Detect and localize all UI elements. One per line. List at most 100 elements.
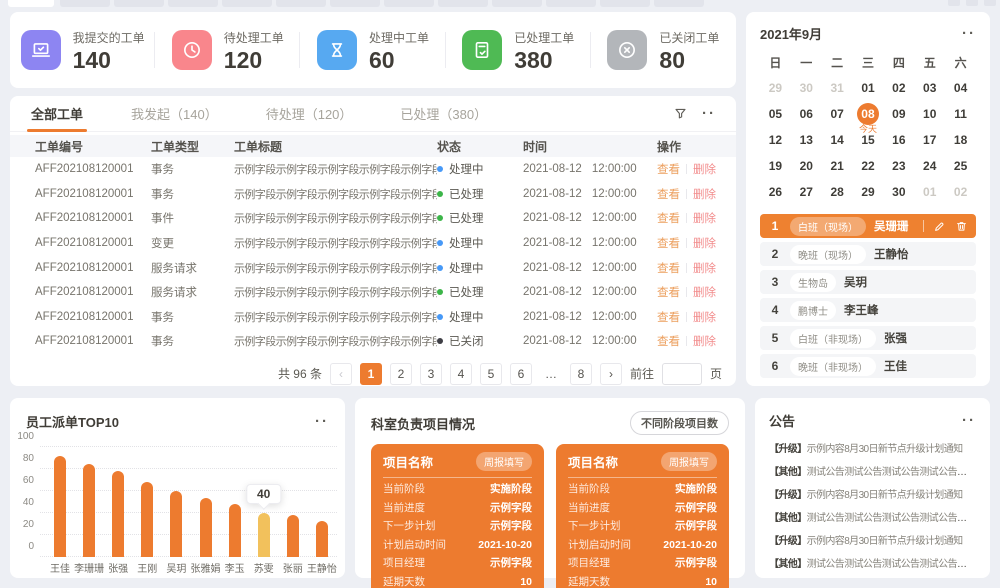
top-tab[interactable]	[114, 0, 164, 7]
pencil-icon[interactable]	[933, 220, 946, 233]
chart-bar[interactable]	[83, 464, 95, 558]
more-icon[interactable]: ··	[962, 26, 976, 41]
more-icon[interactable]: ··	[702, 106, 716, 121]
workorder-tab[interactable]: 我发起（140）	[131, 96, 218, 132]
roster-row[interactable]: 4鹏博士李王峰	[760, 298, 976, 322]
workorder-tab[interactable]: 全部工单	[31, 96, 83, 132]
workorder-tab[interactable]: 已处理（380）	[400, 96, 487, 132]
calendar-day[interactable]: 24	[914, 153, 945, 179]
chart-bar[interactable]	[258, 513, 270, 557]
delete-link[interactable]: 删除	[693, 260, 716, 276]
notice-item[interactable]: 【其他】测试公告测试公告测试公告测试公告测试公告	[769, 553, 976, 576]
top-tab[interactable]	[492, 0, 542, 7]
notice-item[interactable]: 【升级】示例内容8月30日新节点升级计划通知	[769, 484, 976, 507]
chart-bar[interactable]	[54, 456, 66, 557]
top-tab[interactable]	[330, 0, 380, 7]
calendar-day[interactable]: 10	[914, 101, 945, 127]
top-tab[interactable]	[60, 0, 110, 7]
calendar-day[interactable]: 07	[822, 101, 853, 127]
top-tab[interactable]	[546, 0, 596, 7]
page-button[interactable]: 8	[570, 363, 592, 385]
chart-bar[interactable]	[141, 482, 153, 557]
calendar-day[interactable]: 29	[853, 179, 884, 205]
view-link[interactable]: 查看	[657, 235, 680, 251]
calendar-day[interactable]: 22	[853, 153, 884, 179]
calendar-day[interactable]: 27	[791, 179, 822, 205]
calendar-day[interactable]: 26	[760, 179, 791, 205]
weekly-report-badge[interactable]: 周报填写	[476, 452, 532, 471]
calendar-day[interactable]: 04	[945, 75, 976, 101]
calendar-day[interactable]: 06	[791, 101, 822, 127]
calendar-day[interactable]: 12	[760, 127, 791, 153]
calendar-day[interactable]: 01	[853, 75, 884, 101]
notice-item[interactable]: 【其他】测试公告测试公告测试公告测试公告测试公告	[769, 461, 976, 484]
top-tab[interactable]	[438, 0, 488, 7]
page-button[interactable]: 2	[390, 363, 412, 385]
calendar-day[interactable]: 25	[945, 153, 976, 179]
stage-count-button[interactable]: 不同阶段项目数	[630, 411, 729, 435]
more-icon[interactable]: ··	[315, 414, 329, 429]
roster-row[interactable]: 5白班（非现场）张强	[760, 326, 976, 350]
top-tab[interactable]	[222, 0, 272, 7]
page-button[interactable]: 6	[510, 363, 532, 385]
calendar-day[interactable]: 28	[822, 179, 853, 205]
calendar-day[interactable]: 20	[791, 153, 822, 179]
chart-bar[interactable]	[316, 521, 328, 557]
view-link[interactable]: 查看	[657, 309, 680, 325]
delete-link[interactable]: 删除	[693, 333, 716, 349]
delete-link[interactable]: 删除	[693, 235, 716, 251]
calendar-day[interactable]: 05	[760, 101, 791, 127]
page-button[interactable]: 1	[360, 363, 382, 385]
calendar-day[interactable]: 18	[945, 127, 976, 153]
calendar-day[interactable]: 30	[791, 75, 822, 101]
roster-row[interactable]: 6晚班（非现场）王佳	[760, 354, 976, 378]
trash-icon[interactable]	[955, 220, 968, 233]
chart-bar[interactable]	[170, 491, 182, 557]
window-control[interactable]	[948, 0, 960, 6]
calendar-day[interactable]: 09	[883, 101, 914, 127]
calendar-day[interactable]: 17	[914, 127, 945, 153]
calendar-day[interactable]: 19	[760, 153, 791, 179]
delete-link[interactable]: 删除	[693, 284, 716, 300]
view-link[interactable]: 查看	[657, 284, 680, 300]
calendar-day[interactable]: 21	[822, 153, 853, 179]
chart-bar[interactable]	[112, 471, 124, 557]
calendar-day[interactable]: 08今天	[853, 101, 884, 127]
workorder-tab[interactable]: 待处理（120）	[266, 96, 353, 132]
calendar-day[interactable]: 02	[945, 179, 976, 205]
calendar-day[interactable]: 29	[760, 75, 791, 101]
next-page-button[interactable]: ›	[600, 363, 622, 385]
calendar-day[interactable]: 30	[883, 179, 914, 205]
chart-bar[interactable]	[200, 498, 212, 557]
weekly-report-badge[interactable]: 周报填写	[661, 452, 717, 471]
top-tab[interactable]	[168, 0, 218, 7]
top-tab-active[interactable]	[8, 0, 54, 7]
roster-row[interactable]: 2晚班（现场）王静怡	[760, 242, 976, 266]
page-button[interactable]: 4	[450, 363, 472, 385]
goto-page-input[interactable]	[662, 363, 702, 385]
chart-bar[interactable]	[287, 515, 299, 557]
more-icon[interactable]: ··	[962, 413, 976, 428]
notice-item[interactable]: 【其他】测试公告测试公告测试公告测试公告测试公告	[769, 507, 976, 530]
view-link[interactable]: 查看	[657, 210, 680, 226]
filter-icon[interactable]	[673, 106, 688, 121]
calendar-day[interactable]: 15	[853, 127, 884, 153]
calendar-day[interactable]: 02	[883, 75, 914, 101]
page-button[interactable]: 3	[420, 363, 442, 385]
view-link[interactable]: 查看	[657, 260, 680, 276]
calendar-day[interactable]: 13	[791, 127, 822, 153]
calendar-day[interactable]: 31	[822, 75, 853, 101]
top-tab[interactable]	[600, 0, 650, 7]
calendar-day[interactable]: 16	[883, 127, 914, 153]
window-control[interactable]	[966, 0, 978, 6]
view-link[interactable]: 查看	[657, 186, 680, 202]
delete-link[interactable]: 删除	[693, 309, 716, 325]
prev-page-button[interactable]: ‹	[330, 363, 352, 385]
calendar-day[interactable]: 14	[822, 127, 853, 153]
notice-item[interactable]: 【升级】示例内容8月30日新节点升级计划通知	[769, 530, 976, 553]
roster-row[interactable]: 3生物岛吴玥	[760, 270, 976, 294]
window-control[interactable]	[984, 0, 996, 6]
top-tab[interactable]	[654, 0, 704, 7]
roster-row[interactable]: 1白班（现场）吴珊珊	[760, 214, 976, 238]
delete-link[interactable]: 删除	[693, 161, 716, 177]
